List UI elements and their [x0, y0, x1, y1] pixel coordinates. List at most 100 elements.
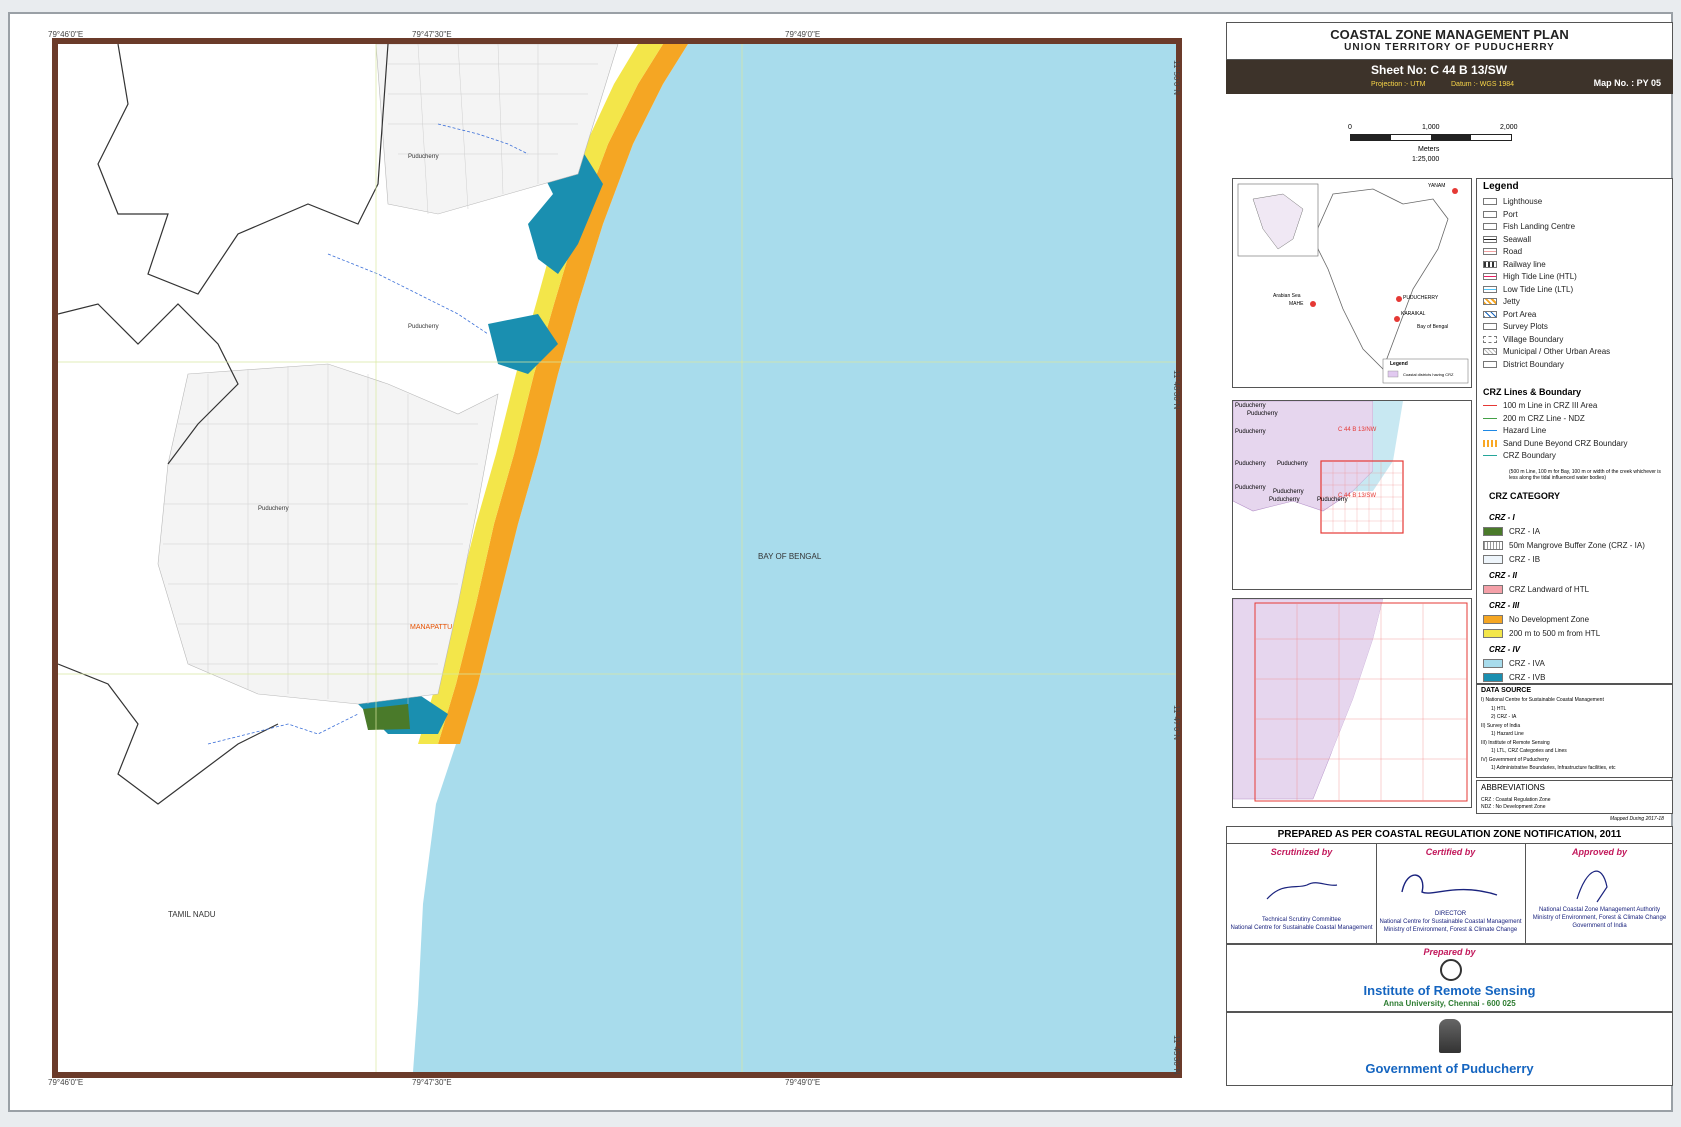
ndz-label: No Development Zone: [1509, 615, 1590, 624]
scale-ratio: 1:25,000: [1412, 156, 1440, 163]
lighthouse-icon: [1483, 198, 1497, 206]
legend-item: Jetty: [1483, 297, 1520, 306]
mangrove-buffer-label: 50m Mangrove Buffer Zone (CRZ - IA): [1509, 541, 1645, 550]
index-label-6: Puducherry: [1235, 485, 1266, 491]
ltl-line: [1483, 285, 1497, 293]
legend-item-label: Railway line: [1503, 259, 1546, 269]
crz-iii-swatch: [1483, 629, 1503, 639]
scr-text-2: National Centre for Sustainable Coastal …: [1230, 925, 1373, 931]
coast-place-label: MANAPATTU: [410, 624, 453, 631]
crz-lines-title: CRZ Lines & Boundary: [1483, 387, 1582, 397]
crz-ii-label: CRZ Landward of HTL: [1509, 585, 1590, 594]
port-area-swatch: [1483, 310, 1497, 318]
irs-logo-icon: [1440, 959, 1462, 981]
legend-item-label: Jetty: [1503, 297, 1520, 306]
datum: Datum :- WGS 1984: [1451, 81, 1515, 88]
legend-title: Legend: [1483, 181, 1519, 192]
inset-puducherry: PUDUCHERRY: [1403, 295, 1439, 301]
appr-text-2: Ministry of Environment, Forest & Climat…: [1532, 915, 1667, 921]
crz-ia-label: CRZ - IA: [1509, 527, 1541, 536]
crz-line-swatch: [1483, 402, 1497, 410]
index-nw-label: C 44 B 13/NW: [1338, 427, 1377, 433]
appr-text-1: National Coastal Zone Management Authori…: [1538, 907, 1661, 913]
coord-top-1: 79°46'0"E: [48, 30, 84, 39]
village-label-mid: Puducherry: [408, 324, 439, 330]
inset-legend-title: Legend: [1390, 361, 1408, 367]
survey-plot-swatch: [1483, 323, 1497, 331]
crz1-title: CRZ - I: [1489, 513, 1515, 522]
data-source-line: 2) CRZ - IA: [1491, 714, 1517, 720]
legend-item-label: District Boundary: [1503, 359, 1564, 369]
sheet-bar: Sheet No: C 44 B 13/SW Projection :- UTM…: [1226, 60, 1673, 94]
village-label-top: Puducherry: [408, 154, 439, 160]
scale-unit: Meters: [1418, 146, 1440, 153]
legend-item: Seawall: [1483, 235, 1531, 244]
crz-line-label: 200 m CRZ Line - NDZ: [1503, 413, 1585, 423]
sea-label: BAY OF BENGAL: [758, 552, 822, 561]
crz2-title: CRZ - II: [1489, 571, 1517, 580]
crz-line-item: Sand Dune Beyond CRZ Boundary: [1483, 439, 1628, 448]
crz-ii-swatch: [1483, 585, 1503, 595]
inset-yanam: YANAM: [1428, 183, 1446, 189]
scale-tick-0: 0: [1348, 124, 1352, 131]
map-canvas: [58, 44, 1176, 1072]
road-line: [1483, 248, 1497, 256]
crz-line-swatch: [1483, 439, 1497, 447]
mapped-during: Mapped During 2017-18: [1610, 816, 1664, 822]
data-source-line: 1) Administrative Boundaries, Infrastruc…: [1491, 765, 1616, 771]
crz-line-item: 100 m Line in CRZ III Area: [1483, 401, 1597, 410]
crz-line-item: 200 m CRZ Line - NDZ: [1483, 414, 1585, 423]
crz-line-swatch: [1483, 452, 1497, 460]
legend-item: Road: [1483, 247, 1522, 256]
crz-ivb-row: CRZ - IVB: [1483, 673, 1545, 683]
legend-item-label: Road: [1503, 247, 1523, 256]
crz-ib-row: CRZ - IB: [1483, 555, 1541, 565]
india-outline: [1237, 183, 1469, 384]
legend-item: Low Tide Line (LTL): [1483, 285, 1573, 294]
projection: Projection :- UTM: [1371, 81, 1426, 88]
coord-top-2: 79°47'30"E: [412, 30, 452, 39]
crz-line-label: 100 m Line in CRZ III Area: [1503, 401, 1598, 410]
map-frame: BAY OF BENGAL TAMIL NADU Puducherry Pudu…: [52, 38, 1182, 1078]
mangrove-buffer-swatch: [1483, 541, 1503, 551]
coord-right-4: 11°45'30"N: [1172, 1035, 1181, 1075]
crz-ib-label: CRZ - IB: [1509, 555, 1541, 564]
legend-item: Port Area: [1483, 310, 1536, 319]
inset-mahe: MAHE: [1289, 301, 1304, 307]
university-name: Anna University, Chennai - 600 025: [1383, 999, 1516, 1008]
inset-karaikal: KARAIKAL: [1401, 311, 1426, 317]
data-source-line: 1) Hazard Line: [1491, 731, 1524, 737]
data-source-line: III) Institute of Remote Sensing: [1481, 739, 1550, 746]
crz-line-item: Hazard Line: [1483, 426, 1546, 435]
coord-bottom-1: 79°46'0"E: [48, 1078, 84, 1087]
government-box: Government of Puducherry: [1226, 1012, 1673, 1086]
data-source-title: DATA SOURCE: [1481, 687, 1532, 694]
crz-line-label: Hazard Line: [1503, 426, 1547, 435]
crz-iva-row: CRZ - IVA: [1483, 659, 1545, 669]
coord-bottom-3: 79°49'0"E: [785, 1078, 821, 1087]
htl-line: [1483, 273, 1497, 281]
emblem-icon: [1439, 1019, 1461, 1053]
prepared-box: PREPARED AS PER COASTAL REGULATION ZONE …: [1226, 826, 1673, 944]
legend-item-label: Seawall: [1503, 234, 1532, 244]
legend-box: Legend Lighthouse Port Fish Landing Centre…: [1476, 178, 1673, 684]
crz-iii-row: 200 m to 500 m from HTL: [1483, 629, 1600, 639]
index-label-1: Puducherry: [1235, 403, 1266, 409]
index-label-9: Puducherry: [1317, 497, 1348, 503]
index-label-7: Puducherry: [1273, 489, 1304, 495]
crz-ivb-swatch: [1483, 673, 1503, 683]
abbr-line-2: NDZ : No Development Zone: [1481, 804, 1546, 810]
data-source-line: 1) HTL: [1491, 705, 1507, 712]
institute-box: Prepared by Institute of Remote Sensing …: [1226, 944, 1673, 1012]
coord-bottom-2: 79°47'30"E: [412, 1078, 452, 1087]
crz-ia-row: CRZ - IA: [1483, 527, 1541, 537]
index-label-4: Puducherry: [1235, 461, 1266, 467]
government-name: Government of Puducherry: [1365, 1061, 1534, 1076]
data-source-line: I) National Centre for Sustainable Coast…: [1481, 697, 1604, 703]
institute-name: Institute of Remote Sensing: [1363, 983, 1536, 998]
state-label: TAMIL NADU: [168, 910, 216, 919]
railway-line: [1483, 260, 1497, 268]
data-source-line: II) Survey of India: [1481, 722, 1521, 729]
index-label-2: Puducherry: [1247, 411, 1278, 417]
detail-map: [1232, 598, 1471, 807]
